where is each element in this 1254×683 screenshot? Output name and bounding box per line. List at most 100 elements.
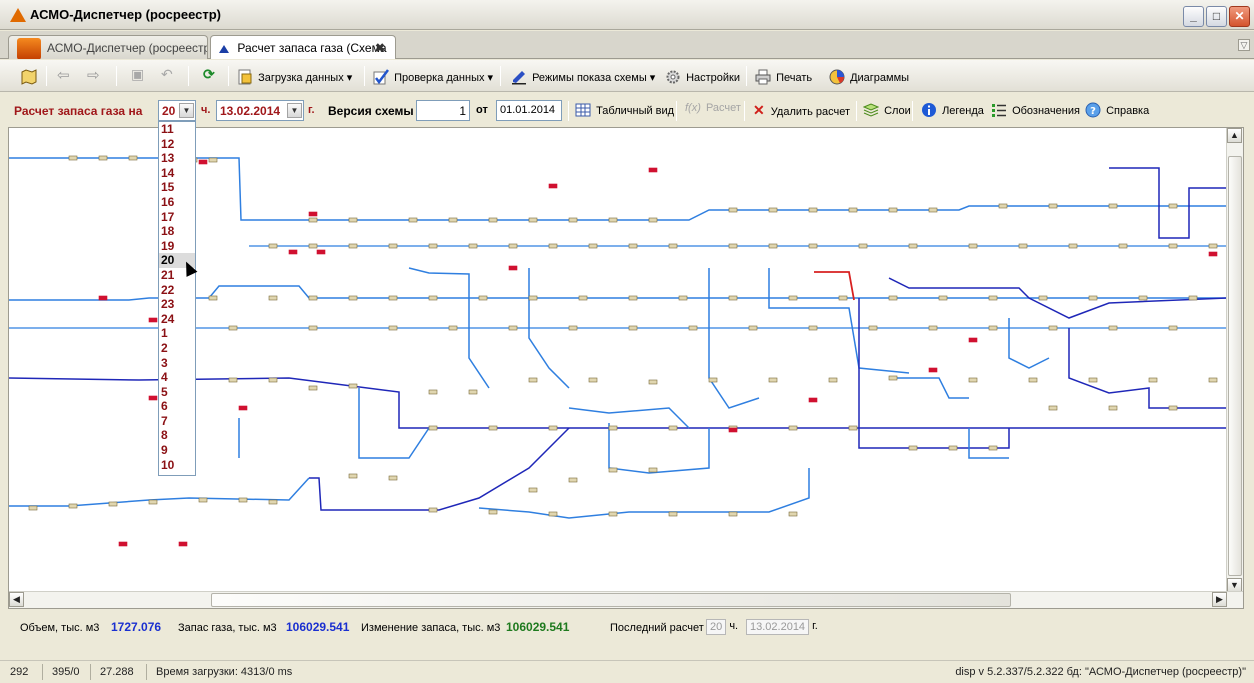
scheme-node [348,243,358,249]
scheme-node [468,389,478,395]
pipeline-segment [568,407,690,429]
hour-option[interactable]: 12 [159,137,195,152]
status-object-count: 292 [10,666,29,678]
scheme-node [1068,243,1078,249]
diagrams-button[interactable]: Диаграммы [826,65,912,87]
map-tool-button[interactable] [18,65,42,87]
hour-option[interactable]: 23 [159,297,195,312]
refresh-button[interactable]: ⟳ [200,65,218,87]
undo-button[interactable]: ↶ [158,65,176,87]
hour-option[interactable]: 17 [159,210,195,225]
tab-asmo-dispatcher[interactable]: АСМО-Диспетчер (росреестр) [8,35,208,59]
hour-option[interactable]: 22 [159,283,195,298]
chevron-down-icon[interactable]: ▼ [287,103,302,118]
designations-button[interactable]: Обозначения [988,98,1083,120]
print-label: Печать [776,72,813,84]
status-calc-time: 27.288 [100,666,134,678]
app-logo-icon [17,38,41,59]
help-icon: ? [1085,102,1101,118]
scheme-node [668,425,678,431]
info-icon [922,103,936,117]
forward-button[interactable]: ⇨ [84,65,103,87]
calculate-button[interactable]: f(x) Расчет [682,98,744,120]
save-button[interactable]: ▣ [128,65,147,87]
hour-select[interactable]: 20 ▼ [158,100,196,121]
maximize-button[interactable]: □ [1206,6,1227,27]
hour-option[interactable]: 3 [159,356,195,371]
horizontal-scroll-thumb[interactable] [211,593,1011,607]
hour-option[interactable]: 1 [159,326,195,341]
hour-option[interactable]: 18 [159,224,195,239]
pipeline-segment [889,377,969,399]
scheme-node [888,295,898,301]
scheme-node [648,467,658,473]
scheme-node [1108,325,1118,331]
scheme-node [708,377,718,383]
scheme-node [268,377,278,383]
svg-text:?: ? [1090,106,1096,117]
status-bar: 292 395/0 27.288 Время загрузки: 4313/0 … [0,660,1254,683]
hour-option[interactable]: 13 [159,151,195,166]
hour-option[interactable]: 16 [159,195,195,210]
close-window-button[interactable]: ✕ [1229,6,1250,27]
settings-button[interactable]: Настройки [662,65,743,87]
delete-calc-button[interactable]: ✕ Удалить расчет [750,98,853,120]
scheme-node [1188,295,1198,301]
scheme-node [388,475,398,481]
scheme-node [678,295,688,301]
load-data-button[interactable]: Загрузка данных ▾ [234,65,355,87]
pipeline-segment [1008,318,1050,369]
hour-option[interactable]: 6 [159,399,195,414]
scheme-node [148,317,158,323]
scheme-node [488,509,498,515]
check-data-button[interactable]: Проверка данных ▾ [370,65,496,87]
hour-option[interactable]: 8 [159,428,195,443]
help-button[interactable]: ? Справка [1082,98,1152,120]
hour-option[interactable]: 9 [159,443,195,458]
vertical-scroll-thumb[interactable] [1228,156,1242,576]
display-modes-button[interactable]: Режимы показа схемы ▾ [508,65,658,87]
tab-close-icon[interactable]: ✖ [375,41,385,55]
settings-label: Настройки [686,72,740,84]
scheme-node [608,425,618,431]
scheme-node [868,325,878,331]
table-view-button[interactable]: Табличный вид [572,98,677,120]
legend-button[interactable]: Легенда [918,98,987,120]
print-button[interactable]: Печать [752,65,815,87]
pipeline-segment [968,428,1009,459]
scheme-node [68,155,78,161]
scheme-node [948,445,958,451]
hour-option[interactable]: 24 [159,312,195,327]
scheme-node [928,367,938,373]
minimize-button[interactable]: _ [1183,6,1204,27]
checkmark-icon [373,69,389,85]
scroll-right-icon[interactable]: ▶ [1212,592,1227,607]
volume-label: Объем, тыс. м3 [20,622,100,634]
hour-option[interactable]: 2 [159,341,195,356]
hour-option[interactable]: 19 [159,239,195,254]
version-input[interactable]: 1 [416,100,470,121]
scroll-up-icon[interactable]: ▲ [1227,128,1242,143]
hour-option[interactable]: 10 [159,458,195,473]
hour-option[interactable]: 5 [159,385,195,400]
chevron-down-icon[interactable]: ▼ [179,103,194,118]
stock-change-label: Изменение запаса, тыс. м3 [361,622,501,634]
scheme-node [628,243,638,249]
hour-option[interactable]: 11 [159,122,195,137]
horizontal-scrollbar[interactable]: ◀ ▶ [9,591,1243,608]
hour-option[interactable]: 7 [159,414,195,429]
hour-option[interactable]: 15 [159,180,195,195]
layers-button[interactable]: Слои [860,98,914,120]
tab-gas-stock-calc[interactable]: Расчет запаса газа (Схема ✖ [210,35,396,59]
hour-option[interactable]: 4 [159,370,195,385]
vertical-scrollbar[interactable]: ▲ ▼ [1226,128,1243,593]
scheme-node [268,499,278,505]
date-picker[interactable]: 13.02.2014 ▼ [216,100,304,121]
back-button[interactable]: ⇦ [54,65,73,87]
tab-list-dropdown-icon[interactable]: ▽ [1238,39,1250,51]
scroll-left-icon[interactable]: ◀ [9,592,24,607]
version-date-field[interactable]: 01.01.2014 [496,100,562,121]
scheme-node [1048,203,1058,209]
scheme-node [988,325,998,331]
hour-option[interactable]: 14 [159,166,195,181]
